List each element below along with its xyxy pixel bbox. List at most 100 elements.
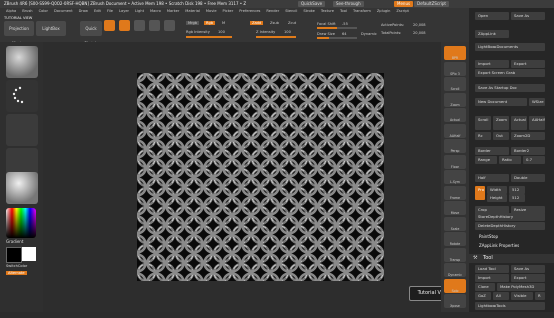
- menu-picker[interactable]: Picker: [223, 9, 234, 13]
- shelf-persp-button[interactable]: Persp: [444, 139, 466, 153]
- shelf-l-sym-button[interactable]: L.Sym: [444, 170, 466, 184]
- dynamic-toggle[interactable]: Dynamic: [361, 32, 377, 36]
- move-button[interactable]: [134, 20, 145, 31]
- menu-zplugin[interactable]: Zplugin: [377, 9, 391, 13]
- export-screen-grab-button[interactable]: Export Screen Grab: [475, 69, 545, 77]
- clone-button[interactable]: Clone: [475, 283, 495, 291]
- default-zscript-button[interactable]: DefaultZScript: [414, 1, 449, 7]
- menu-stroke[interactable]: Stroke: [303, 9, 314, 13]
- zapplink-properties-header[interactable]: ZAppLink Properties: [479, 243, 519, 248]
- aahalf-button[interactable]: AAHalf: [529, 116, 545, 130]
- import-tool-button[interactable]: Import: [475, 274, 509, 282]
- menu-movie[interactable]: Movie: [206, 9, 217, 13]
- ratio-button[interactable]: Ratio: [499, 156, 521, 164]
- menu-render[interactable]: Render: [266, 9, 279, 13]
- double-button[interactable]: Double: [511, 174, 545, 182]
- menu-macro[interactable]: Macro: [150, 9, 161, 13]
- shelf-floor-button[interactable]: Floor: [444, 154, 466, 169]
- ratio-value[interactable]: 0.7: [523, 156, 545, 164]
- load-tool-button[interactable]: Load Tool: [475, 265, 509, 273]
- menu-color[interactable]: Color: [39, 9, 48, 13]
- gradient-label[interactable]: Gradient: [6, 239, 23, 244]
- zoom2d-slider[interactable]: Zoom2D: [511, 132, 545, 140]
- zcut-toggle[interactable]: Zcut: [288, 21, 296, 25]
- shelf-dynamic-button[interactable]: Dynamic: [444, 263, 466, 277]
- rgb-toggle[interactable]: Rgb: [204, 21, 216, 25]
- zsub-toggle[interactable]: Zsub: [270, 21, 279, 25]
- goz-button[interactable]: GoZ: [475, 292, 491, 300]
- visible-button[interactable]: Visible: [511, 292, 533, 300]
- mrgb-toggle[interactable]: Mrgb: [186, 21, 200, 25]
- border2-button[interactable]: Border2: [511, 147, 545, 155]
- color-picker[interactable]: [6, 208, 36, 238]
- shelf-scale-button[interactable]: Scale: [444, 216, 466, 231]
- import-button[interactable]: Import: [475, 60, 509, 68]
- menus-button[interactable]: Menus: [394, 1, 414, 7]
- zoom-button[interactable]: Zoom: [493, 116, 509, 130]
- lightbox-documents-button[interactable]: LightBox▸Documents: [475, 43, 545, 51]
- width-value[interactable]: 512: [509, 186, 525, 194]
- height-value[interactable]: 512: [509, 194, 525, 202]
- shelf-spix-3-button[interactable]: SPix 3: [444, 61, 466, 76]
- store-depth-history-button[interactable]: StoreDepthHistory: [475, 213, 545, 221]
- draw-button[interactable]: [119, 20, 130, 31]
- secondary-color-swatch[interactable]: [6, 247, 22, 263]
- brush-slot[interactable]: [6, 46, 38, 78]
- menu-preferences[interactable]: Preferences: [239, 9, 260, 13]
- save-as-tool-button[interactable]: Save As: [511, 265, 545, 273]
- shelf-zoom-button[interactable]: Zoom: [444, 92, 466, 107]
- r-button[interactable]: R: [535, 292, 545, 300]
- quicksave-button[interactable]: QuickSave: [298, 1, 326, 7]
- material-slot[interactable]: [6, 172, 38, 204]
- new-document-button[interactable]: New Document: [475, 98, 527, 106]
- border-button[interactable]: Border: [475, 147, 509, 155]
- pro-button[interactable]: Pro: [475, 186, 485, 200]
- actual-button[interactable]: Actual: [511, 116, 527, 130]
- shelf-transp-button[interactable]: Transp: [444, 247, 466, 262]
- z-intensity-slider[interactable]: [256, 36, 296, 38]
- shelf-rotate-button[interactable]: Rotate: [444, 232, 466, 246]
- rotate-button[interactable]: [164, 20, 175, 31]
- draw-size-slider[interactable]: [317, 37, 357, 39]
- shelf-frame-button[interactable]: Frame: [444, 185, 466, 200]
- switch-color-button[interactable]: SwitchColor: [6, 264, 27, 268]
- menu-material[interactable]: Material: [185, 9, 200, 13]
- menu-document[interactable]: Document: [54, 9, 73, 13]
- menu-texture[interactable]: Texture: [321, 9, 334, 13]
- focal-shift-slider[interactable]: [317, 27, 357, 29]
- save-as-startup-doc-button[interactable]: Save As Startup Doc: [475, 84, 545, 92]
- half-button[interactable]: Half: [475, 174, 509, 182]
- menu-alpha[interactable]: Alpha: [6, 9, 16, 13]
- paintstop-header[interactable]: PaintStop: [479, 234, 498, 239]
- zapplink-button[interactable]: ZAppLink: [475, 30, 509, 38]
- delete-depth-history-button[interactable]: DeleteDepthHistory: [475, 222, 545, 230]
- menu-file[interactable]: File: [107, 9, 113, 13]
- menu-draw[interactable]: Draw: [79, 9, 88, 13]
- shelf-bpr-button[interactable]: BPR: [444, 46, 466, 60]
- export-button[interactable]: Export: [511, 60, 545, 68]
- zadd-toggle[interactable]: Zadd: [250, 21, 264, 25]
- scroll-button[interactable]: Scroll: [475, 116, 491, 130]
- menu-transform[interactable]: Transform: [353, 9, 371, 13]
- shelf-scroll-button[interactable]: Scroll: [444, 77, 466, 91]
- shelf-solo-button[interactable]: Solo: [444, 278, 466, 293]
- menu-marker[interactable]: Marker: [167, 9, 179, 13]
- save-as-button[interactable]: Save As: [511, 12, 545, 20]
- rgb-intensity-slider[interactable]: [186, 36, 232, 38]
- rc-button[interactable]: Rc: [475, 132, 491, 140]
- quick-sketch-button[interactable]: Quick Sketch: [80, 21, 102, 46]
- menu-layer[interactable]: Layer: [119, 9, 129, 13]
- range-button[interactable]: Range: [475, 156, 497, 164]
- lightbox-tools-button[interactable]: Lightbox▸Tools: [475, 302, 545, 310]
- open-button[interactable]: Open: [475, 12, 509, 20]
- menu-light[interactable]: Light: [135, 9, 144, 13]
- document-canvas[interactable]: [137, 73, 384, 281]
- stroke-slot[interactable]: [6, 80, 38, 112]
- primary-color-swatch[interactable]: [22, 247, 36, 261]
- shelf-aahalf-button[interactable]: AAHalf: [444, 123, 466, 138]
- scale-button[interactable]: [149, 20, 160, 31]
- tool-palette-header[interactable]: ⚒ Tool: [469, 254, 554, 263]
- shelf-move-button[interactable]: Move: [444, 201, 466, 215]
- shelf-xpose-button[interactable]: Xpose: [444, 294, 466, 308]
- alternate-button[interactable]: Alternate: [6, 271, 27, 275]
